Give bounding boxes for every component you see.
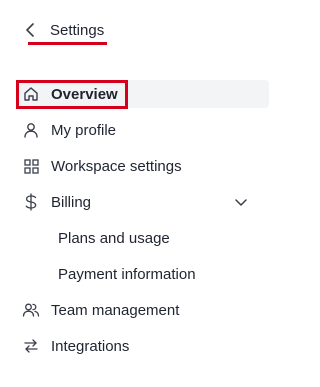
nav-item-label: Team management (51, 301, 180, 319)
nav-item-label: My profile (51, 121, 117, 139)
users-icon (22, 301, 40, 319)
nav-item-label: Integrations (51, 337, 130, 355)
dollar-icon (22, 193, 40, 211)
nav-item-workspace-settings[interactable]: Workspace settings (16, 152, 269, 180)
user-icon (22, 121, 40, 139)
nav-item-label: Overview (51, 85, 118, 103)
home-icon (22, 85, 40, 103)
nav-item-label: Workspace settings (51, 157, 182, 175)
settings-title: Settings (50, 21, 105, 39)
back-to-settings[interactable]: Settings (22, 16, 104, 44)
nav-subitem-plans-and-usage[interactable]: Plans and usage (58, 226, 170, 250)
title-annotation-underline (28, 42, 107, 45)
nav-item-my-profile[interactable]: My profile (16, 116, 269, 144)
nav-subitem-payment-information[interactable]: Payment information (58, 262, 196, 286)
grid-icon (22, 157, 40, 175)
nav-item-integrations[interactable]: Integrations (16, 332, 269, 360)
chevron-left-icon (22, 22, 38, 38)
arrows-swap-icon (22, 337, 40, 355)
chevron-down-icon[interactable] (233, 194, 249, 210)
nav-item-team-management[interactable]: Team management (16, 296, 269, 324)
nav-item-overview[interactable]: Overview (16, 80, 269, 108)
nav-item-label: Billing (51, 193, 92, 211)
nav-item-billing[interactable]: Billing (16, 188, 269, 216)
